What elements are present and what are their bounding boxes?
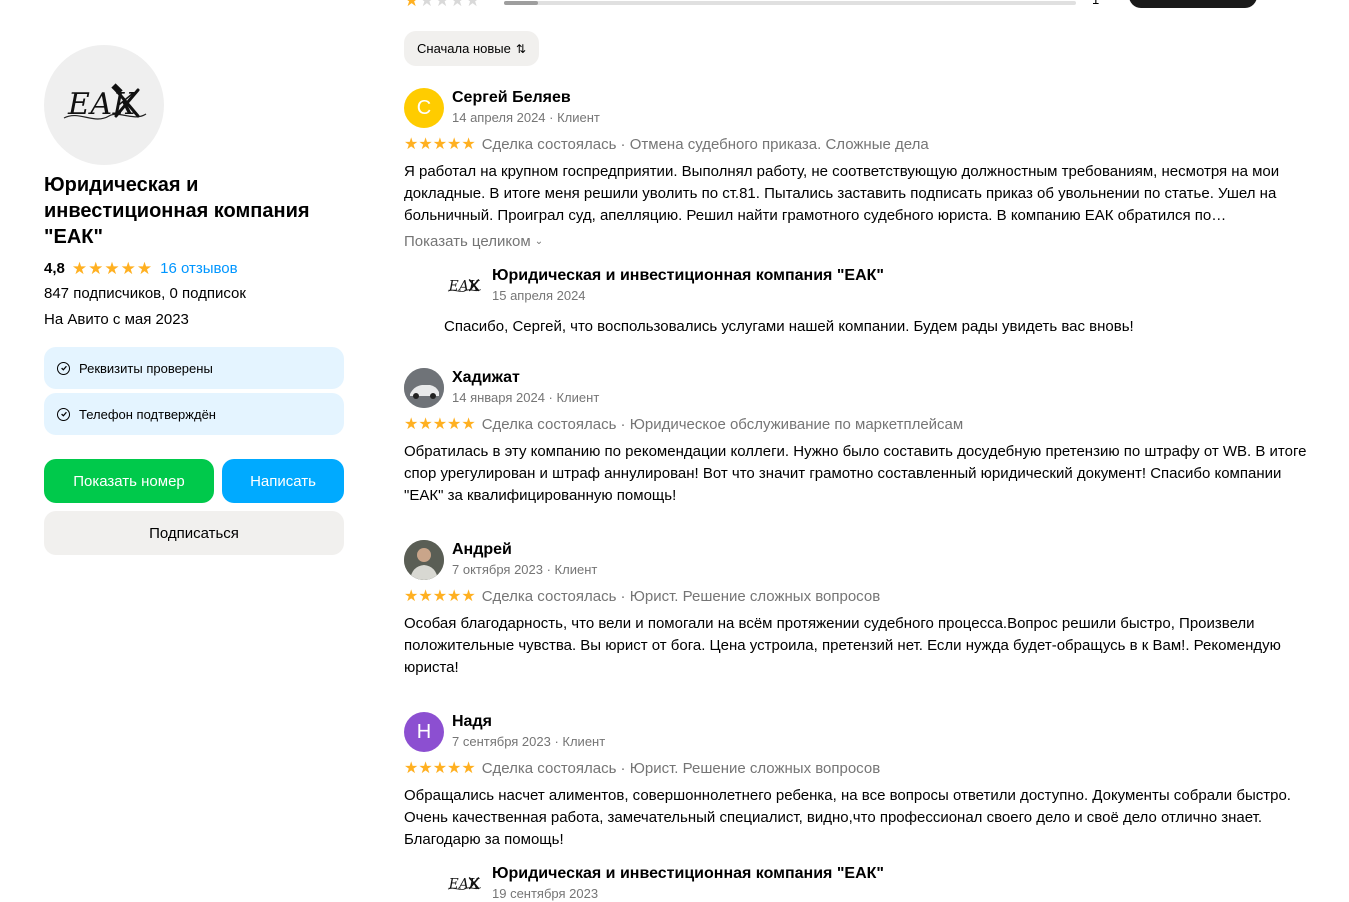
rating-row: 4,8 ★ ★ ★ ★ ★ 16 отзывов — [44, 258, 238, 278]
badge-requisites-verified: Реквизиты проверены — [44, 347, 344, 389]
subscribe-button[interactable]: Подписаться — [44, 511, 344, 555]
car-photo-icon — [404, 368, 444, 408]
review-stars: ★★★★★ — [404, 588, 476, 605]
review-deal-info: Сделка состоялась · Отмена судебного при… — [481, 136, 929, 153]
review-stars: ★★★★★ — [404, 136, 476, 153]
avatar — [404, 368, 444, 408]
star-icon: ★ — [120, 258, 136, 278]
company-name: Юридическая и инвестиционная компания "Е… — [44, 174, 310, 248]
review-deal-info: Сделка состоялась · Юридическое обслужив… — [481, 416, 964, 433]
reply-logo: ЕАК — [444, 864, 484, 902]
rating-distribution-row: ★★★★★ 1 — [404, 0, 1264, 12]
user-photo-icon — [404, 540, 444, 580]
check-circle-icon — [57, 361, 70, 375]
avatar-letter: Н — [416, 720, 432, 743]
review-date: 7 сентября 2023 · Клиент — [452, 734, 606, 749]
eak-logo-icon: ЕАК — [448, 876, 482, 892]
review-item: Андрей 7 октября 2023 · Клиент ★★★★★ Сде… — [404, 540, 1314, 676]
reply-text: Спасибо, Сергей, что воспользовались усл… — [444, 318, 1134, 335]
review-date: 7 октября 2023 · Клиент — [452, 562, 598, 577]
avatar-letter: С — [416, 96, 432, 119]
avatar — [404, 540, 444, 580]
sort-arrows-icon: ⇅ — [515, 41, 526, 56]
review-author[interactable]: Андрей — [452, 541, 512, 559]
review-author[interactable]: Сергей Беляев — [452, 89, 571, 107]
reply-author: Юридическая и инвестиционная компания "Е… — [492, 267, 884, 284]
check-circle-icon — [57, 407, 70, 421]
chevron-down-icon: ⌄ — [534, 236, 544, 247]
star-icon: ★ — [71, 258, 88, 278]
company-logo: ЕАК — [44, 45, 164, 165]
subscribers-count: 847 подписчиков, 0 подписок — [44, 285, 246, 302]
badge-label: Реквизиты проверены — [79, 360, 213, 376]
review-text: Обратилась в эту компанию по рекомендаци… — [404, 443, 1307, 504]
review-stars: ★★★★★ — [404, 416, 476, 433]
rating-stars: ★ ★ ★ ★ ★ — [72, 260, 152, 277]
show-full-link[interactable]: Показать целиком ⌄ — [404, 233, 543, 250]
eak-logo-icon: ЕАК — [63, 83, 147, 122]
review-item: Хадижат 14 января 2024 · Клиент ★★★★★ Сд… — [404, 368, 1314, 504]
sort-label: Сначала новые — [417, 41, 511, 56]
review-item: С Сергей Беляев 14 апреля 2024 · Клиент … — [404, 88, 1314, 335]
review-author[interactable]: Надя — [452, 713, 492, 731]
sort-button[interactable]: Сначала новые ⇅ — [404, 31, 539, 66]
review-text: Я работал на крупном госпредприятии. Вып… — [404, 163, 1280, 224]
rating-value: 4,8 — [44, 259, 65, 277]
leave-review-button[interactable] — [1129, 0, 1257, 8]
review-deal-line: ★★★★★ Сделка состоялась · Отмена судебно… — [404, 136, 929, 153]
show-phone-button[interactable]: Показать номер — [44, 459, 214, 503]
rating-bar — [504, 1, 1076, 5]
rating-bar-fill — [504, 1, 539, 5]
review-deal-line: ★★★★★ Сделка состоялась · Юрист. Решение… — [404, 760, 880, 777]
row-stars: ★★★★★ — [404, 0, 481, 10]
reply-date: 19 сентября 2023 — [492, 886, 599, 901]
review-stars: ★★★★★ — [404, 760, 476, 777]
badge-label: Телефон подтверждён — [79, 406, 216, 422]
badge-phone-confirmed: Телефон подтверждён — [44, 393, 344, 435]
reply-date: 15 апреля 2024 — [492, 288, 586, 303]
review-date: 14 января 2024 · Клиент — [452, 390, 600, 405]
review-deal-line: ★★★★★ Сделка состоялась · Юрист. Решение… — [404, 588, 880, 605]
eak-logo-icon: ЕАК — [448, 278, 482, 294]
reply-author: Юридическая и инвестиционная компания "Е… — [492, 865, 884, 882]
avatar: С — [404, 88, 444, 128]
reviews-count-link[interactable]: 16 отзывов — [160, 260, 238, 277]
star-icon: ★ — [136, 258, 153, 278]
review-deal-line: ★★★★★ Сделка состоялась · Юридическое об… — [404, 416, 963, 433]
review-text: Обращались насчет алиментов, совершоннол… — [404, 787, 1291, 848]
review-text: Особая благодарность, что вели и помогал… — [404, 615, 1281, 676]
star-icon: ★ — [88, 258, 104, 278]
write-message-button[interactable]: Написать — [222, 459, 344, 503]
review-deal-info: Сделка состоялась · Юрист. Решение сложн… — [481, 588, 881, 605]
show-full-label: Показать целиком — [404, 233, 531, 250]
review-author[interactable]: Хадижат — [452, 369, 520, 387]
star-icon: ★ — [104, 258, 120, 278]
review-date: 14 апреля 2024 · Клиент — [452, 110, 600, 125]
avatar: Н — [404, 712, 444, 752]
review-deal-info: Сделка состоялась · Юрист. Решение сложн… — [481, 760, 881, 777]
on-avito-since: На Авито с мая 2023 — [44, 311, 189, 328]
reply-logo: ЕАК — [444, 266, 484, 306]
review-item: Н Надя 7 сентября 2023 · Клиент ★★★★★ Сд… — [404, 712, 1314, 901]
rating-row-count: 1 — [1092, 0, 1099, 7]
